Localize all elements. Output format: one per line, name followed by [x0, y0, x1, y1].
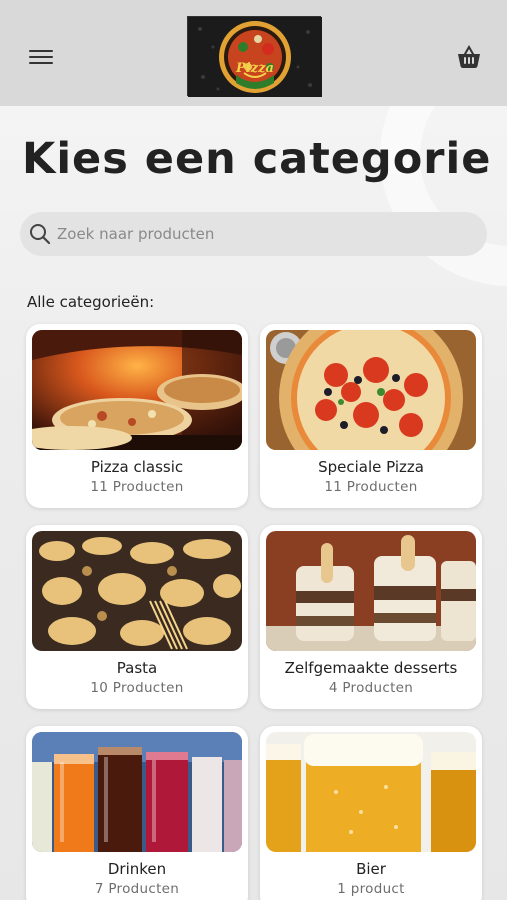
category-card-pasta[interactable]: Pasta 10 Producten [26, 525, 248, 709]
category-name: Pasta [116, 659, 158, 677]
category-count: 1 product [337, 881, 405, 897]
pasta-image [32, 531, 242, 651]
drinken-image [32, 732, 242, 852]
logo-graphic [188, 17, 322, 97]
category-card-bier[interactable]: Bier 1 product [260, 726, 482, 900]
category-card-speciale-pizza[interactable]: Speciale Pizza 11 Producten [260, 324, 482, 508]
section-label: Alle categorieën: [27, 293, 155, 311]
category-card-pizza-classic[interactable]: Pizza classic 11 Producten [26, 324, 248, 508]
main-content[interactable]: Kies een categorie Alle categorieën: [0, 106, 507, 900]
category-name: Pizza classic [90, 458, 184, 476]
category-name: Speciale Pizza [318, 458, 424, 476]
pizza-classic-image [32, 330, 242, 450]
page-title: Kies een categorie [22, 134, 492, 184]
top-bar: Pizza [0, 0, 507, 106]
category-grid: Pizza classic 11 Producten Speciale Pizz… [26, 324, 486, 900]
decorative-circle [380, 106, 507, 286]
category-name: Zelfgemaakte desserts [284, 659, 458, 677]
category-card-desserts[interactable]: Zelfgemaakte desserts 4 Producten [260, 525, 482, 709]
logo-text: Pizza [236, 61, 274, 76]
category-card-drinken[interactable]: Drinken 7 Producten [26, 726, 248, 900]
search-bar[interactable] [20, 212, 487, 256]
search-icon [30, 224, 51, 245]
bier-image [266, 732, 476, 852]
category-name: Bier [356, 860, 386, 878]
category-count: 4 Producten [328, 680, 414, 696]
restaurant-logo[interactable]: Pizza [187, 16, 322, 97]
search-input[interactable] [57, 225, 457, 243]
hamburger-menu-icon[interactable] [29, 47, 53, 67]
desserts-image [266, 531, 476, 651]
category-count: 7 Producten [94, 881, 180, 897]
category-count: 11 Producten [324, 479, 418, 495]
basket-icon[interactable] [456, 44, 482, 70]
speciale-pizza-image [266, 330, 476, 450]
category-name: Drinken [107, 860, 167, 878]
category-count: 10 Producten [90, 680, 184, 696]
category-count: 11 Producten [90, 479, 184, 495]
